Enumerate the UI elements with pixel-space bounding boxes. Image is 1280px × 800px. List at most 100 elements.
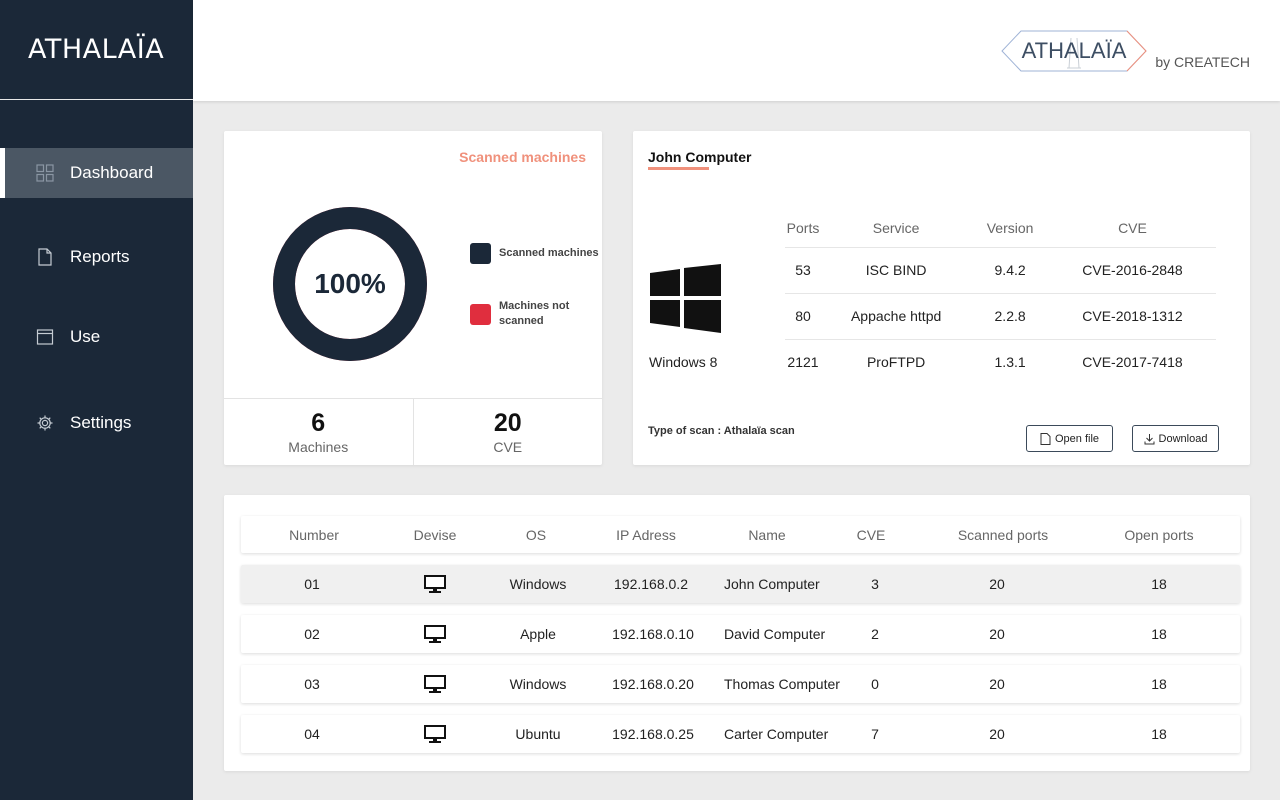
col-ip: IP Adress bbox=[616, 526, 676, 543]
document-icon bbox=[36, 248, 54, 266]
port-cell: 2121 bbox=[787, 354, 819, 371]
desktop-monitor-icon bbox=[391, 565, 479, 603]
scan-summary-card: Scanned machines 100% Scanned machines M… bbox=[224, 131, 602, 465]
cve-cell: CVE-2017-7418 bbox=[1082, 354, 1183, 371]
detail-title: John Computer bbox=[648, 149, 752, 165]
scan-summary-title: Scanned machines bbox=[459, 149, 586, 165]
cve-label: CVE bbox=[493, 439, 523, 455]
gear-icon bbox=[36, 414, 54, 432]
cve-count: 20 bbox=[493, 409, 522, 437]
sidebar-item-label: Settings bbox=[70, 413, 132, 432]
os-cell: Windows bbox=[509, 676, 567, 692]
os-cell: Ubuntu bbox=[515, 726, 561, 742]
sidebar-item-reports[interactable]: Reports bbox=[0, 232, 193, 282]
ports-table: Ports Service Version CVE 53 ISC BIND 9.… bbox=[785, 209, 1216, 385]
ports-row: 2121 ProFTPD 1.3.1 CVE-2017-7418 bbox=[785, 339, 1216, 385]
name-cell: Thomas Computer bbox=[724, 676, 840, 692]
table-row[interactable]: 02 Apple 192.168.0.10 David Computer 2 2… bbox=[241, 615, 1240, 653]
ip-cell: 192.168.0.20 bbox=[612, 676, 694, 692]
version-cell: 2.2.8 bbox=[971, 293, 1049, 340]
table-row[interactable]: 01 Windows 192.168.0.2 John Computer 3 2… bbox=[241, 565, 1240, 603]
cve-cell: 7 bbox=[871, 726, 879, 742]
machines-count: 6 bbox=[311, 409, 326, 437]
download-button[interactable]: Download bbox=[1132, 425, 1219, 452]
legend-label: Machines not scanned bbox=[499, 300, 570, 327]
version-cell: 9.4.2 bbox=[971, 247, 1049, 294]
machines-table-card: Number Devise OS IP Adress Name CVE Scan… bbox=[224, 495, 1250, 771]
open-ports-cell: 18 bbox=[1151, 726, 1167, 742]
service-cell: ProFTPD bbox=[866, 354, 926, 371]
cve-cell: 3 bbox=[871, 576, 879, 592]
top-header: ATHALAÏA by CREATECH bbox=[193, 0, 1280, 101]
cve-cell: CVE-2016-2848 bbox=[1048, 247, 1216, 294]
legend-label: Scanned machines bbox=[499, 247, 599, 259]
brand-name[interactable]: ATHALAÏA bbox=[28, 34, 164, 65]
scanned-ports-cell: 20 bbox=[989, 626, 1005, 642]
sidebar-item-use[interactable]: Use bbox=[0, 312, 193, 362]
cve-cell: CVE-2018-1312 bbox=[1048, 293, 1216, 340]
col-version: Version bbox=[971, 209, 1049, 248]
table-row[interactable]: 04 Ubuntu 192.168.0.25 Carter Computer 7… bbox=[241, 715, 1240, 753]
port-cell: 53 bbox=[785, 247, 821, 294]
file-icon bbox=[1040, 432, 1051, 445]
scanned-ports-cell: 20 bbox=[989, 726, 1005, 742]
windows-logo-icon bbox=[650, 264, 721, 333]
desktop-monitor-icon bbox=[391, 715, 479, 753]
legend-swatch-scanned bbox=[470, 243, 491, 264]
athalaia-logo-icon: ATHALAÏA bbox=[1001, 30, 1148, 72]
download-label: Download bbox=[1158, 432, 1208, 445]
name-cell: David Computer bbox=[724, 626, 826, 642]
ip-cell: 192.168.0.2 bbox=[614, 576, 688, 592]
col-service: Service bbox=[821, 209, 972, 248]
machines-stat: 6 Machines bbox=[224, 399, 413, 465]
col-os: OS bbox=[525, 526, 547, 543]
name-cell: Carter Computer bbox=[724, 726, 829, 742]
number-cell: 02 bbox=[304, 626, 320, 642]
open-file-button[interactable]: Open file bbox=[1026, 425, 1113, 452]
number-cell: 04 bbox=[304, 726, 320, 742]
os-name: Windows 8 bbox=[649, 354, 718, 370]
ports-row: 53 ISC BIND 9.4.2 CVE-2016-2848 bbox=[785, 247, 1216, 294]
legend-swatch-not-scanned bbox=[470, 303, 491, 325]
col-scanned-ports: Scanned ports bbox=[957, 526, 1049, 543]
machine-detail-card: John Computer Windows 8 Ports Service Ve… bbox=[633, 131, 1250, 465]
col-open-ports: Open ports bbox=[1124, 526, 1194, 543]
col-name: Name bbox=[748, 526, 786, 543]
sidebar-item-settings[interactable]: Settings bbox=[0, 398, 193, 448]
machines-table-header: Number Devise OS IP Adress Name CVE Scan… bbox=[241, 516, 1240, 553]
desktop-monitor-icon bbox=[391, 615, 479, 653]
port-cell: 80 bbox=[785, 293, 821, 340]
ip-cell: 192.168.0.10 bbox=[612, 626, 694, 642]
open-ports-cell: 18 bbox=[1151, 626, 1167, 642]
table-row[interactable]: 03 Windows 192.168.0.20 Thomas Computer … bbox=[241, 665, 1240, 703]
os-cell: Apple bbox=[520, 626, 556, 642]
os-cell: Windows bbox=[509, 576, 567, 592]
window-icon bbox=[36, 328, 54, 346]
dashboard-grid-icon bbox=[36, 164, 54, 182]
cve-cell: 0 bbox=[871, 676, 879, 692]
cve-cell: 2 bbox=[871, 626, 879, 642]
ip-cell: 192.168.0.25 bbox=[612, 726, 694, 742]
sidebar: ATHALAÏA Dashboard Reports Use Settings bbox=[0, 0, 193, 800]
legend-item-not-scanned: Machines not scanned bbox=[470, 299, 599, 329]
open-ports-cell: 18 bbox=[1151, 676, 1167, 692]
scan-type: Type of scan : Athalaïa scan bbox=[648, 425, 795, 437]
ports-row: 80 Appache httpd 2.2.8 CVE-2018-1312 bbox=[785, 293, 1216, 340]
legend-item-scanned: Scanned machines bbox=[470, 243, 599, 264]
open-file-label: Open file bbox=[1054, 432, 1100, 445]
number-cell: 01 bbox=[304, 576, 320, 592]
col-ports: Ports bbox=[785, 209, 821, 248]
ports-header-row: Ports Service Version CVE bbox=[785, 209, 1216, 248]
logo-by-text: by CREATECH bbox=[1155, 54, 1250, 70]
donut-percent-label: 100% bbox=[314, 268, 386, 299]
scanned-ports-cell: 20 bbox=[989, 676, 1005, 692]
number-cell: 03 bbox=[304, 676, 320, 692]
col-cve: CVE bbox=[856, 526, 886, 543]
version-cell: 1.3.1 bbox=[994, 354, 1026, 371]
sidebar-item-dashboard[interactable]: Dashboard bbox=[0, 148, 193, 198]
brand: ATHALAÏA bbox=[0, 0, 193, 100]
col-number: Number bbox=[289, 526, 339, 543]
download-icon bbox=[1144, 433, 1155, 444]
sidebar-item-label: Use bbox=[70, 327, 101, 346]
logo-text: ATHALAÏA bbox=[1022, 38, 1127, 63]
